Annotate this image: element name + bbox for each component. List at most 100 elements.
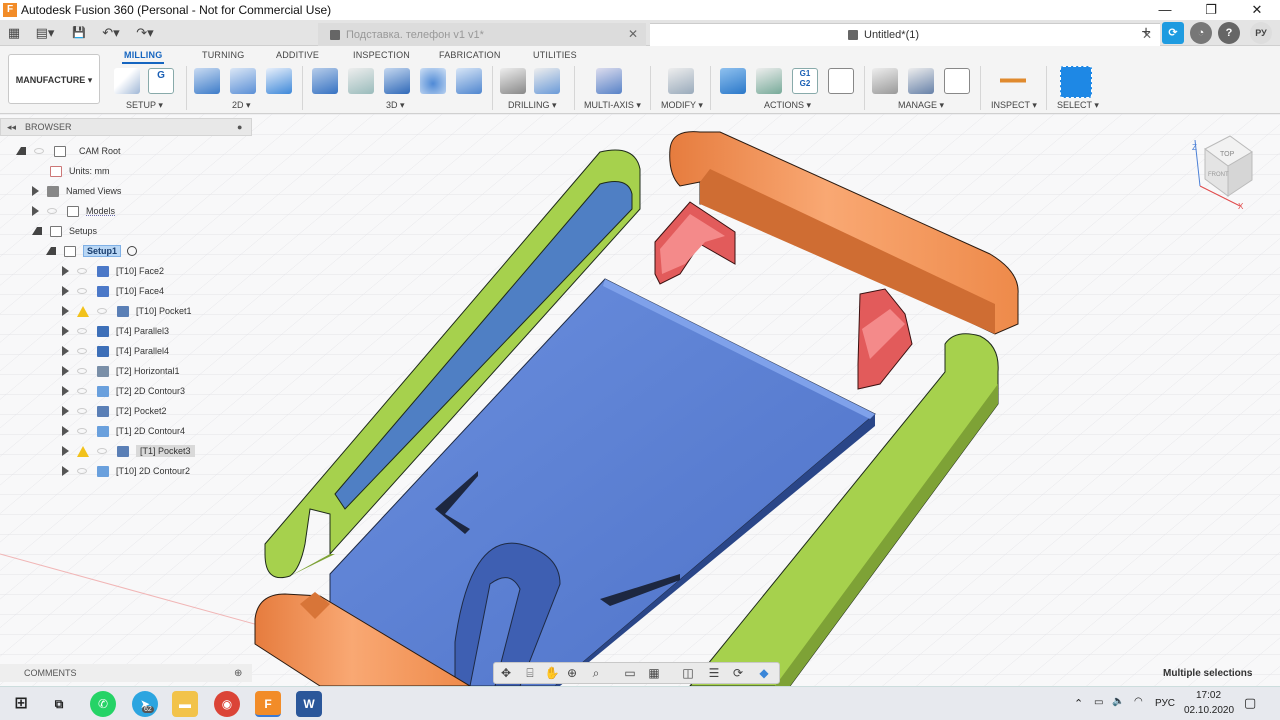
workspace-switcher[interactable]: MANUFACTURE ▾ xyxy=(8,54,100,104)
tree-cam-root[interactable]: CAM Root xyxy=(16,142,121,160)
wifi-icon[interactable]: ◠ xyxy=(1134,696,1143,707)
tree-operation[interactable]: [T2] Horizontal1 xyxy=(62,362,180,380)
look-at-icon[interactable]: ⌸ xyxy=(522,666,538,680)
comments-panel[interactable]: COMMENTS ⊕ xyxy=(0,664,252,682)
minimize-button[interactable]: — xyxy=(1142,0,1188,20)
tab-milling[interactable]: MILLING xyxy=(121,50,165,64)
group-inspect[interactable]: INSPECT ▾ xyxy=(991,100,1037,111)
volume-icon[interactable]: 🔈 xyxy=(1112,696,1124,707)
data-panel-icon[interactable]: ⟳ xyxy=(1162,22,1184,44)
tree-setups[interactable]: Setups xyxy=(32,222,97,240)
expand-icon[interactable] xyxy=(32,227,42,235)
group-3d[interactable]: 3D ▾ xyxy=(386,100,405,111)
tree-setup1[interactable]: Setup1 xyxy=(46,242,138,260)
group-multi-axis[interactable]: MULTI-AXIS ▾ xyxy=(584,100,641,111)
chrome-icon[interactable]: ◉ xyxy=(214,691,240,717)
group-setup[interactable]: SETUP ▾ xyxy=(126,100,163,111)
expand-icon[interactable] xyxy=(32,186,39,196)
orbit-icon[interactable]: ✥ xyxy=(498,666,514,680)
3d-pocket-icon[interactable] xyxy=(348,68,374,94)
section-icon[interactable]: ◆ xyxy=(756,666,772,680)
tree-operation[interactable]: [T10] Face4 xyxy=(62,282,164,300)
tree-operation[interactable]: [T1] 2D Contour4 xyxy=(62,422,185,440)
fit-icon[interactable]: ⌕ xyxy=(588,666,604,680)
visibility-icon[interactable] xyxy=(47,208,57,214)
tab-fabrication[interactable]: FABRICATION xyxy=(439,50,501,60)
visibility-icon[interactable] xyxy=(77,408,87,414)
tab-document-2[interactable]: Untitled*(1) ✕ xyxy=(650,23,1160,46)
tool-library-icon[interactable] xyxy=(872,68,898,94)
tree-operation[interactable]: [T2] 2D Contour3 xyxy=(62,382,185,400)
tab-turning[interactable]: TURNING xyxy=(202,50,244,60)
user-avatar[interactable]: РУ xyxy=(1250,22,1272,44)
tab-document-1[interactable]: Подставка. телефон v1 v1* ✕ xyxy=(318,23,646,46)
contour-icon[interactable] xyxy=(456,68,482,94)
expand-icon[interactable] xyxy=(46,247,56,255)
tray-chevron-icon[interactable]: ⌃ xyxy=(1074,697,1083,710)
app-grid-icon[interactable]: ▦ xyxy=(3,23,25,43)
visibility-icon[interactable] xyxy=(77,288,87,294)
visibility-icon[interactable] xyxy=(97,308,107,314)
camera-icon[interactable]: ☰ xyxy=(706,666,722,680)
machine-library-icon[interactable] xyxy=(908,68,934,94)
pan-icon[interactable]: ✋ xyxy=(544,666,560,680)
visibility-icon[interactable] xyxy=(34,148,44,154)
file-explorer-icon[interactable]: ▬ xyxy=(172,691,198,717)
clock-date[interactable]: 02.10.2020 xyxy=(1184,705,1234,716)
tree-named-views[interactable]: Named Views xyxy=(32,182,121,200)
group-2d[interactable]: 2D ▾ xyxy=(232,100,251,111)
tree-operation[interactable]: [T2] Pocket2 xyxy=(62,402,167,420)
visibility-icon[interactable] xyxy=(77,368,87,374)
group-actions[interactable]: ACTIONS ▾ xyxy=(764,100,811,111)
simulate-icon[interactable] xyxy=(720,68,746,94)
group-manage[interactable]: MANAGE ▾ xyxy=(898,100,944,111)
redo-button[interactable]: ↷▾ xyxy=(130,23,160,43)
modify-scissors-icon[interactable] xyxy=(668,68,694,94)
add-comment-icon[interactable]: ⊕ xyxy=(234,668,242,679)
tab-close-icon[interactable]: ✕ xyxy=(628,27,638,41)
nc-program-icon[interactable]: G xyxy=(148,68,174,94)
visibility-icon[interactable] xyxy=(97,448,107,454)
expand-icon[interactable] xyxy=(62,446,69,456)
tree-operation[interactable]: [T10] Pocket1 xyxy=(62,302,192,320)
activate-radio-icon[interactable] xyxy=(127,246,138,256)
expand-icon[interactable] xyxy=(62,346,69,356)
expand-icon[interactable] xyxy=(62,466,69,476)
collapse-icon[interactable]: ◂◂ xyxy=(7,122,16,133)
expand-icon[interactable] xyxy=(62,306,69,316)
expand-icon[interactable] xyxy=(62,266,69,276)
thread-icon[interactable] xyxy=(534,68,560,94)
visibility-icon[interactable] xyxy=(77,268,87,274)
fusion-taskbar-icon[interactable]: F xyxy=(255,691,281,717)
viewports-icon[interactable]: ◫ xyxy=(680,666,696,680)
group-select[interactable]: SELECT ▾ xyxy=(1057,100,1099,111)
tree-units[interactable]: Units: mm xyxy=(50,162,110,180)
tab-additive[interactable]: ADDITIVE xyxy=(276,50,319,60)
new-setup-icon[interactable] xyxy=(114,68,140,94)
tree-operation[interactable]: [T1] Pocket3 xyxy=(62,442,195,460)
expand-icon[interactable] xyxy=(62,386,69,396)
expand-icon[interactable] xyxy=(62,426,69,436)
tree-operation[interactable]: [T4] Parallel4 xyxy=(62,342,169,360)
browser-header[interactable]: BROWSER ◂◂ ● xyxy=(0,118,252,136)
drill-icon[interactable] xyxy=(500,68,526,94)
close-button[interactable]: ✕ xyxy=(1234,0,1280,20)
setup-sheet-icon[interactable] xyxy=(828,68,854,94)
post-library-icon[interactable] xyxy=(944,68,970,94)
telegram-icon[interactable]: ➤ xyxy=(132,691,158,717)
visibility-icon[interactable] xyxy=(77,388,87,394)
help-icon[interactable]: ? xyxy=(1218,22,1240,44)
visibility-icon[interactable] xyxy=(77,348,87,354)
face-icon[interactable] xyxy=(194,68,220,94)
2d-pocket-icon[interactable] xyxy=(266,68,292,94)
grid-settings-icon[interactable]: ▦ xyxy=(646,666,662,680)
notifications-icon[interactable]: ▢ xyxy=(1244,695,1256,711)
language-indicator[interactable]: РУС xyxy=(1155,698,1175,709)
new-tab-button[interactable]: + xyxy=(1135,22,1157,44)
tree-operation[interactable]: [T10] Face2 xyxy=(62,262,164,280)
group-drilling[interactable]: DRILLING ▾ xyxy=(508,100,557,111)
group-modify[interactable]: MODIFY ▾ xyxy=(661,100,703,111)
whatsapp-icon[interactable]: ✆ xyxy=(90,691,116,717)
expand-icon[interactable] xyxy=(62,326,69,336)
parallel-icon[interactable] xyxy=(384,68,410,94)
